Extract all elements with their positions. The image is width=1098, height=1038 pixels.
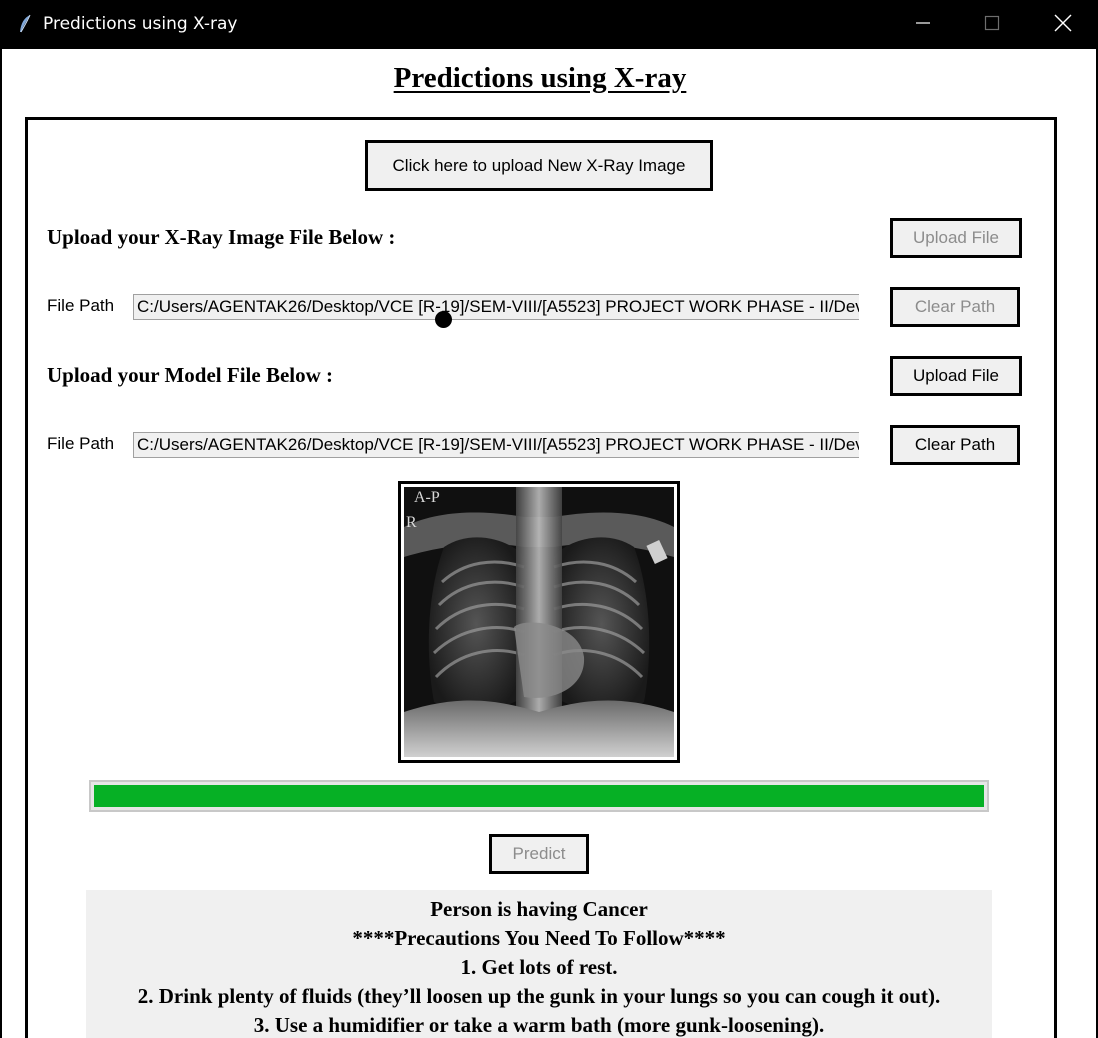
predict-button[interactable]: Predict (489, 834, 589, 874)
xray-upload-file-button[interactable]: Upload File (890, 218, 1022, 258)
upload-new-xray-button[interactable]: Click here to upload New X-Ray Image (365, 140, 713, 191)
minimize-button[interactable] (888, 0, 958, 49)
window-title: Predictions using X-ray (43, 14, 238, 34)
xray-image: A-P R (404, 487, 674, 757)
result-diagnosis: Person is having Cancer (430, 897, 648, 921)
xray-label-r: R (406, 514, 417, 531)
model-file-path-field[interactable]: C:/Users/AGENTAK26/Desktop/VCE [R-19]/SE… (133, 432, 859, 458)
model-file-path-label: File Path (47, 434, 115, 453)
close-button[interactable] (1028, 0, 1098, 49)
mouse-cursor-indicator (435, 311, 452, 328)
maximize-icon (984, 15, 1000, 35)
xray-clear-path-button[interactable]: Clear Path (890, 287, 1020, 327)
page-title: Predictions using X-ray (393, 62, 687, 94)
progress-bar-fill (94, 785, 984, 807)
model-upload-label: Upload your Model File Below : (47, 363, 334, 387)
xray-file-path-field[interactable]: C:/Users/AGENTAK26/Desktop/VCE [R-19]/SE… (133, 294, 859, 320)
model-upload-file-button[interactable]: Upload File (890, 356, 1022, 396)
title-bar[interactable]: Predictions using X-ray (0, 0, 1098, 49)
result-precaution-3: 3. Use a humidifier or take a warm bath … (253, 1013, 825, 1037)
prediction-result-box: Person is having Cancer ****Precautions … (86, 890, 992, 1038)
model-clear-path-button[interactable]: Clear Path (890, 425, 1020, 465)
xray-upload-label: Upload your X-Ray Image File Below : (47, 225, 396, 249)
result-precaution-1: 1. Get lots of rest. (460, 955, 618, 979)
xray-image-preview: A-P R (398, 481, 680, 763)
xray-label-ap: A-P (414, 489, 440, 506)
feather-icon (18, 14, 32, 34)
result-precaution-2: 2. Drink plenty of fluids (they’ll loose… (137, 984, 941, 1008)
window-border-left (0, 49, 2, 1038)
app-window: Predictions using X-ray Predictions usin… (0, 0, 1098, 1038)
maximize-button[interactable] (957, 0, 1027, 49)
result-precautions-heading: ****Precautions You Need To Follow**** (352, 926, 726, 950)
xray-file-path-label: File Path (47, 296, 115, 315)
progress-bar (89, 780, 989, 812)
minimize-icon (915, 15, 931, 35)
close-icon (1054, 14, 1072, 36)
